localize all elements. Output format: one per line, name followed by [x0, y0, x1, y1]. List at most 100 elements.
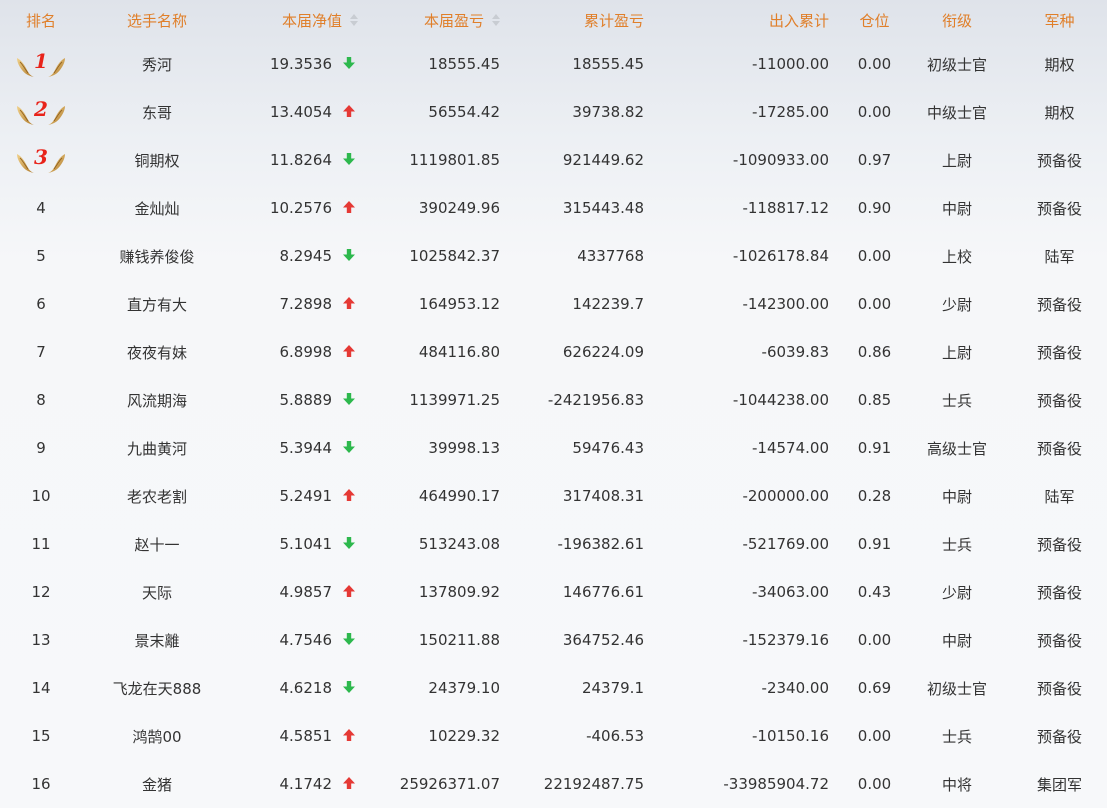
player-name[interactable]: 九曲黄河: [127, 440, 187, 458]
cum-pnl-cell: 4337768: [532, 232, 682, 280]
arrow-down-icon: [342, 152, 358, 166]
nav-cell: 4.1742: [232, 760, 382, 808]
arrow-down-icon: [342, 440, 358, 454]
rank-cell: 13: [0, 616, 82, 664]
cum-pnl-cell: 921449.62: [532, 136, 682, 184]
pnl-cell: 25926371.07: [382, 760, 532, 808]
arrow-down-icon: [342, 632, 358, 646]
player-name[interactable]: 东哥: [142, 104, 172, 122]
rank-title-cell: 少尉: [902, 568, 1012, 616]
branch-value: 预备役: [1036, 199, 1082, 218]
player-name-cell: 东哥: [82, 88, 232, 136]
flow-cell: -200000.00: [682, 472, 847, 520]
nav-value: 11.8264: [269, 151, 332, 169]
rank-title-value: 中尉: [941, 631, 972, 650]
nav-cell: 7.2898: [232, 280, 382, 328]
position-value: 0.00: [857, 55, 892, 73]
player-name[interactable]: 老农老割: [127, 488, 187, 506]
player-name[interactable]: 直方有大: [127, 296, 187, 314]
rank-number: 3: [34, 145, 48, 169]
pnl-value: 390249.96: [418, 199, 500, 217]
player-name-cell: 赚钱养俊俊: [82, 232, 232, 280]
sort-icon[interactable]: [350, 13, 358, 27]
rank-title-value: 上尉: [941, 343, 972, 362]
branch-value: 预备役: [1036, 295, 1082, 314]
cum-pnl-value: 364752.46: [562, 631, 644, 649]
arrow-up-icon: [342, 344, 358, 358]
pnl-cell: 464990.17: [382, 472, 532, 520]
table-body: 1 秀河 19.3536 18555.45 18555.45 -11000.00 0.00 初…: [0, 40, 1107, 808]
rank-number: 1: [34, 49, 48, 73]
player-name[interactable]: 飞龙在天888: [113, 680, 202, 698]
cum-pnl-cell: -196382.61: [532, 520, 682, 568]
position-cell: 0.86: [847, 328, 902, 376]
col-name-label: 选手名称: [126, 11, 187, 30]
player-name[interactable]: 赵十一: [134, 536, 179, 554]
player-name[interactable]: 金猪: [142, 776, 172, 794]
position-cell: 0.00: [847, 760, 902, 808]
player-name[interactable]: 景末離: [134, 632, 179, 650]
player-name[interactable]: 铜期权: [134, 152, 179, 170]
rank-title-cell: 士兵: [902, 712, 1012, 760]
nav-cell: 5.3944: [232, 424, 382, 472]
branch-cell: 预备役: [1012, 280, 1107, 328]
header-row: 排名 选手名称 本届净值 本届盈亏 累计盈亏 出入累计 仓位 衔级 军种: [0, 0, 1107, 40]
rank-title-value: 中级士官: [926, 103, 987, 122]
pnl-cell: 10229.32: [382, 712, 532, 760]
player-name[interactable]: 赚钱养俊俊: [119, 248, 194, 266]
cum-pnl-cell: 24379.1: [532, 664, 682, 712]
col-rank-title-label: 衔级: [941, 11, 972, 30]
pnl-value: 39998.13: [428, 439, 500, 457]
col-pnl-label[interactable]: 本届盈亏: [424, 12, 484, 30]
col-cum-pnl: 累计盈亏: [532, 0, 682, 40]
player-name[interactable]: 天际: [142, 584, 172, 602]
cum-pnl-cell: 142239.7: [532, 280, 682, 328]
rank-title-cell: 初级士官: [902, 664, 1012, 712]
player-name[interactable]: 风流期海: [127, 392, 187, 410]
flow-cell: -34063.00: [682, 568, 847, 616]
col-pnl[interactable]: 本届盈亏: [382, 0, 532, 40]
cum-pnl-value: 315443.48: [562, 199, 644, 217]
flow-cell: -11000.00: [682, 40, 847, 88]
col-nav-label[interactable]: 本届净值: [282, 12, 342, 30]
player-name[interactable]: 秀河: [142, 56, 172, 74]
rank-title-cell: 士兵: [902, 376, 1012, 424]
col-nav[interactable]: 本届净值: [232, 0, 382, 40]
position-cell: 0.00: [847, 712, 902, 760]
nav-value: 4.7546: [279, 631, 333, 649]
arrow-up-icon: [342, 728, 358, 742]
flow-value: -33985904.72: [723, 775, 829, 793]
flow-value: -152379.16: [742, 631, 829, 649]
table-row: 8 风流期海 5.8889 1139971.25 -2421956.83 -1044238…: [0, 376, 1107, 424]
nav-cell: 19.3536: [232, 40, 382, 88]
cum-pnl-value: 317408.31: [562, 487, 644, 505]
cum-pnl-value: 921449.62: [562, 151, 644, 169]
cum-pnl-value: 22192487.75: [543, 775, 644, 793]
sort-icon[interactable]: [492, 13, 500, 27]
player-name[interactable]: 金灿灿: [134, 200, 179, 218]
player-name[interactable]: 鸿鹄00: [132, 728, 181, 746]
position-cell: 0.00: [847, 280, 902, 328]
col-branch-label: 军种: [1044, 11, 1075, 30]
player-name[interactable]: 夜夜有妹: [127, 344, 187, 362]
position-value: 0.43: [857, 583, 892, 601]
flow-value: -118817.12: [742, 199, 829, 217]
position-value: 0.00: [857, 103, 892, 121]
position-cell: 0.97: [847, 136, 902, 184]
table-row: 5 赚钱养俊俊 8.2945 1025842.37 4337768 -1026178.84…: [0, 232, 1107, 280]
cum-pnl-cell: 59476.43: [532, 424, 682, 472]
position-cell: 0.91: [847, 520, 902, 568]
rank-title-value: 中尉: [941, 199, 972, 218]
flow-value: -1044238.00: [732, 391, 829, 409]
pnl-cell: 56554.42: [382, 88, 532, 136]
rank-cell: 12: [0, 568, 82, 616]
rank-title-value: 少尉: [941, 295, 972, 314]
branch-cell: 集团军: [1012, 760, 1107, 808]
player-name-cell: 飞龙在天888: [82, 664, 232, 712]
rank-number: 11: [31, 535, 51, 553]
nav-cell: 13.4054: [232, 88, 382, 136]
flow-cell: -2340.00: [682, 664, 847, 712]
flow-cell: -118817.12: [682, 184, 847, 232]
laurel-medal-icon: 2: [15, 96, 67, 128]
pnl-cell: 484116.80: [382, 328, 532, 376]
